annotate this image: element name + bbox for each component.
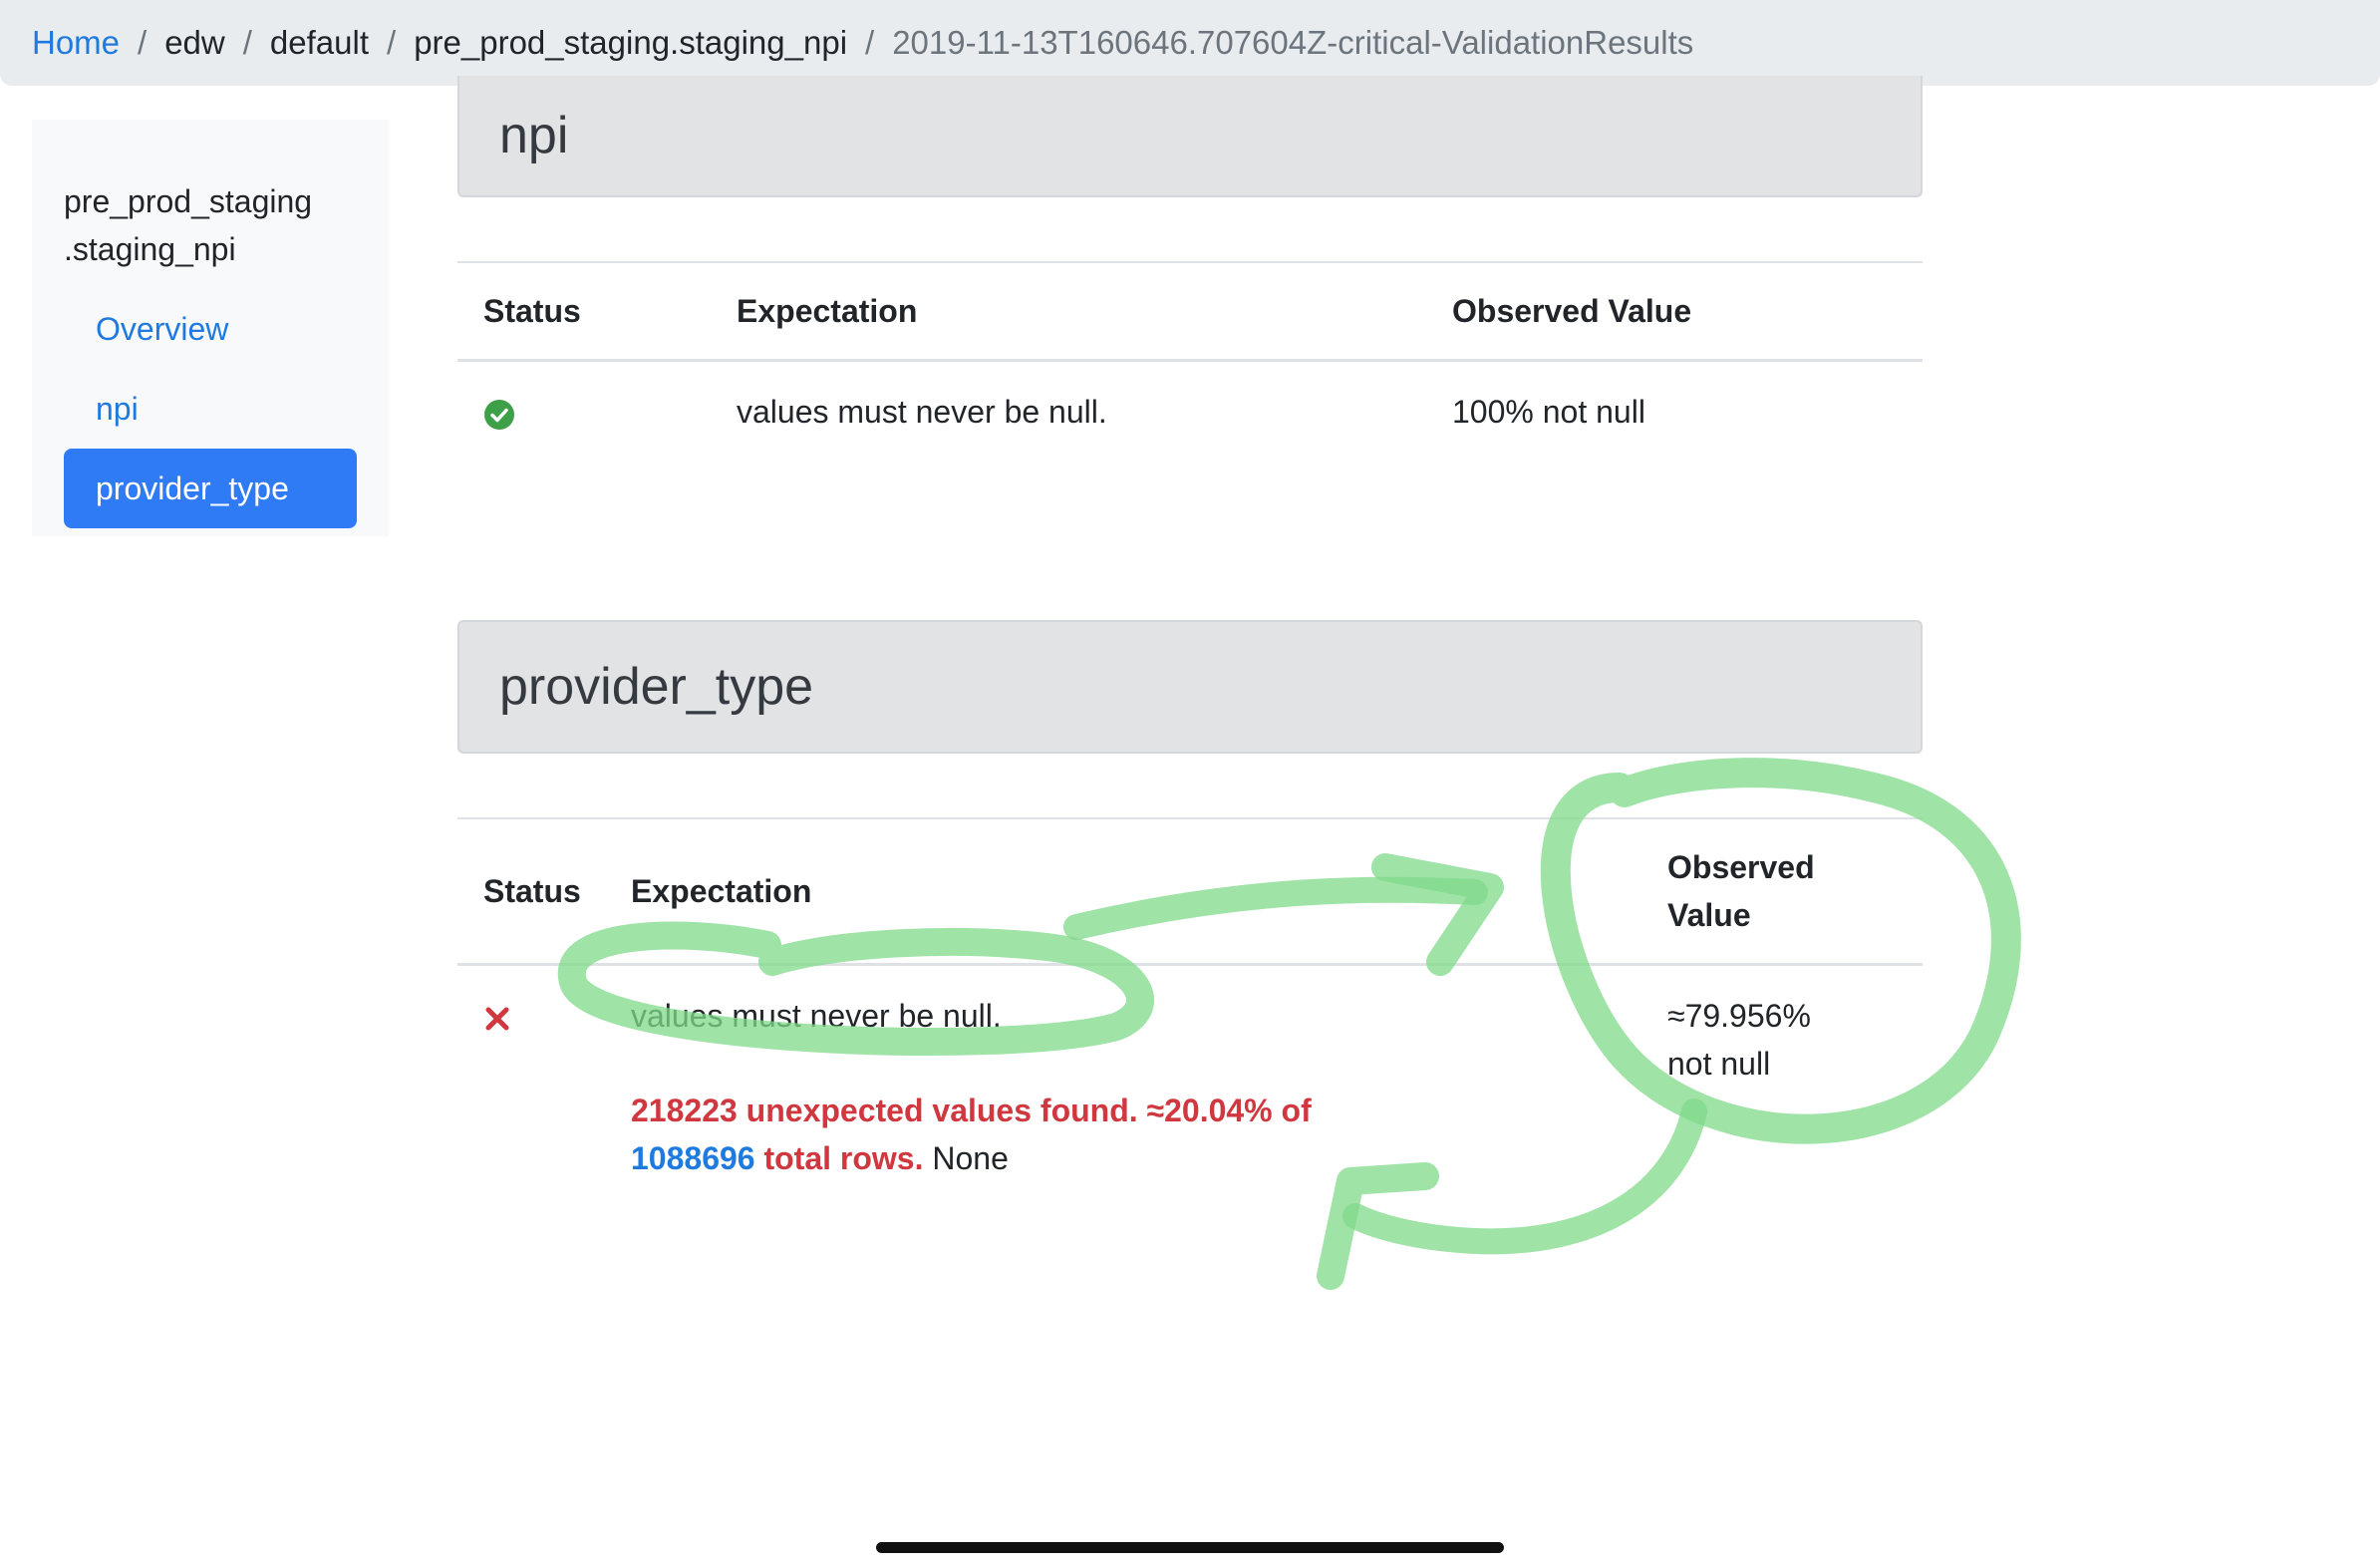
check-circle-icon — [484, 399, 514, 430]
column-header-expectation: Expectation — [605, 817, 1641, 966]
breadcrumb-separator: / — [865, 24, 875, 61]
table-header-row: Status Expectation Observed Value — [457, 261, 1923, 362]
expectation-cell: values must never be null. 218223 unexpe… — [605, 965, 1641, 1183]
sidebar-item-npi[interactable]: npi — [64, 369, 357, 449]
column-header-status: Status — [457, 261, 711, 362]
sidebar-table-name: pre_prod_staging .staging_npi — [64, 177, 357, 273]
observed-value-cell: 100% not null — [1452, 394, 1645, 430]
breadcrumb-default[interactable]: default — [270, 24, 369, 62]
column-header-expectation: Expectation — [711, 261, 1426, 362]
home-indicator[interactable] — [876, 1542, 1504, 1553]
column-header-observed-value: Observed Value — [1641, 817, 1923, 966]
partial-unexpected-list: None — [923, 1140, 1009, 1176]
table-row: values must never be null. 100% not null — [457, 361, 1923, 437]
results-table-provider-type: Status Expectation Observed Value values… — [457, 817, 1923, 1182]
x-icon — [485, 1007, 509, 1031]
observed-value-cell: ≈79.956% not null — [1667, 998, 1811, 1082]
breadcrumb-home-link[interactable]: Home — [32, 24, 120, 62]
column-header-observed-value: Observed Value — [1426, 261, 1923, 362]
breadcrumb-edw[interactable]: edw — [164, 24, 225, 62]
breadcrumb: Home / edw / default / pre_prod_staging.… — [0, 0, 2380, 86]
breadcrumb-separator: / — [138, 24, 148, 61]
unexpected-total-label: total rows. — [754, 1140, 924, 1176]
sidebar-item-overview[interactable]: Overview — [64, 289, 357, 369]
section-title-npi: npi — [457, 76, 1923, 197]
breadcrumb-separator: / — [387, 24, 397, 61]
sidebar: pre_prod_staging .staging_npi Overview n… — [32, 120, 389, 536]
results-table-npi: Status Expectation Observed Value values… — [457, 261, 1923, 436]
sidebar-table-name-line2: .staging_npi — [64, 231, 236, 267]
column-header-status: Status — [457, 817, 605, 966]
unexpected-count-text: 218223 unexpected values found. ≈20.04% … — [631, 1093, 1312, 1128]
unexpected-values-summary: 218223 unexpected values found. ≈20.04% … — [631, 1087, 1641, 1182]
expectation-cell: values must never be null. — [737, 394, 1107, 430]
table-header-row: Status Expectation Observed Value — [457, 817, 1923, 966]
breadcrumb-separator: / — [242, 24, 252, 61]
expectation-text: values must never be null. — [631, 998, 1002, 1034]
total-rows-count: 1088696 — [631, 1140, 755, 1176]
breadcrumb-table[interactable]: pre_prod_staging.staging_npi — [414, 24, 847, 62]
annotation-arrowhead-back — [1317, 1162, 1439, 1290]
status-cell — [457, 361, 711, 437]
sidebar-item-provider-type[interactable]: provider_type — [64, 449, 357, 528]
status-cell — [457, 965, 605, 1183]
breadcrumb-current: 2019-11-13T160646.707604Z-critical-Valid… — [892, 24, 1694, 61]
table-row: values must never be null. 218223 unexpe… — [457, 965, 1923, 1183]
sidebar-table-name-line1: pre_prod_staging — [64, 183, 313, 219]
section-title-provider-type: provider_type — [457, 620, 1923, 754]
